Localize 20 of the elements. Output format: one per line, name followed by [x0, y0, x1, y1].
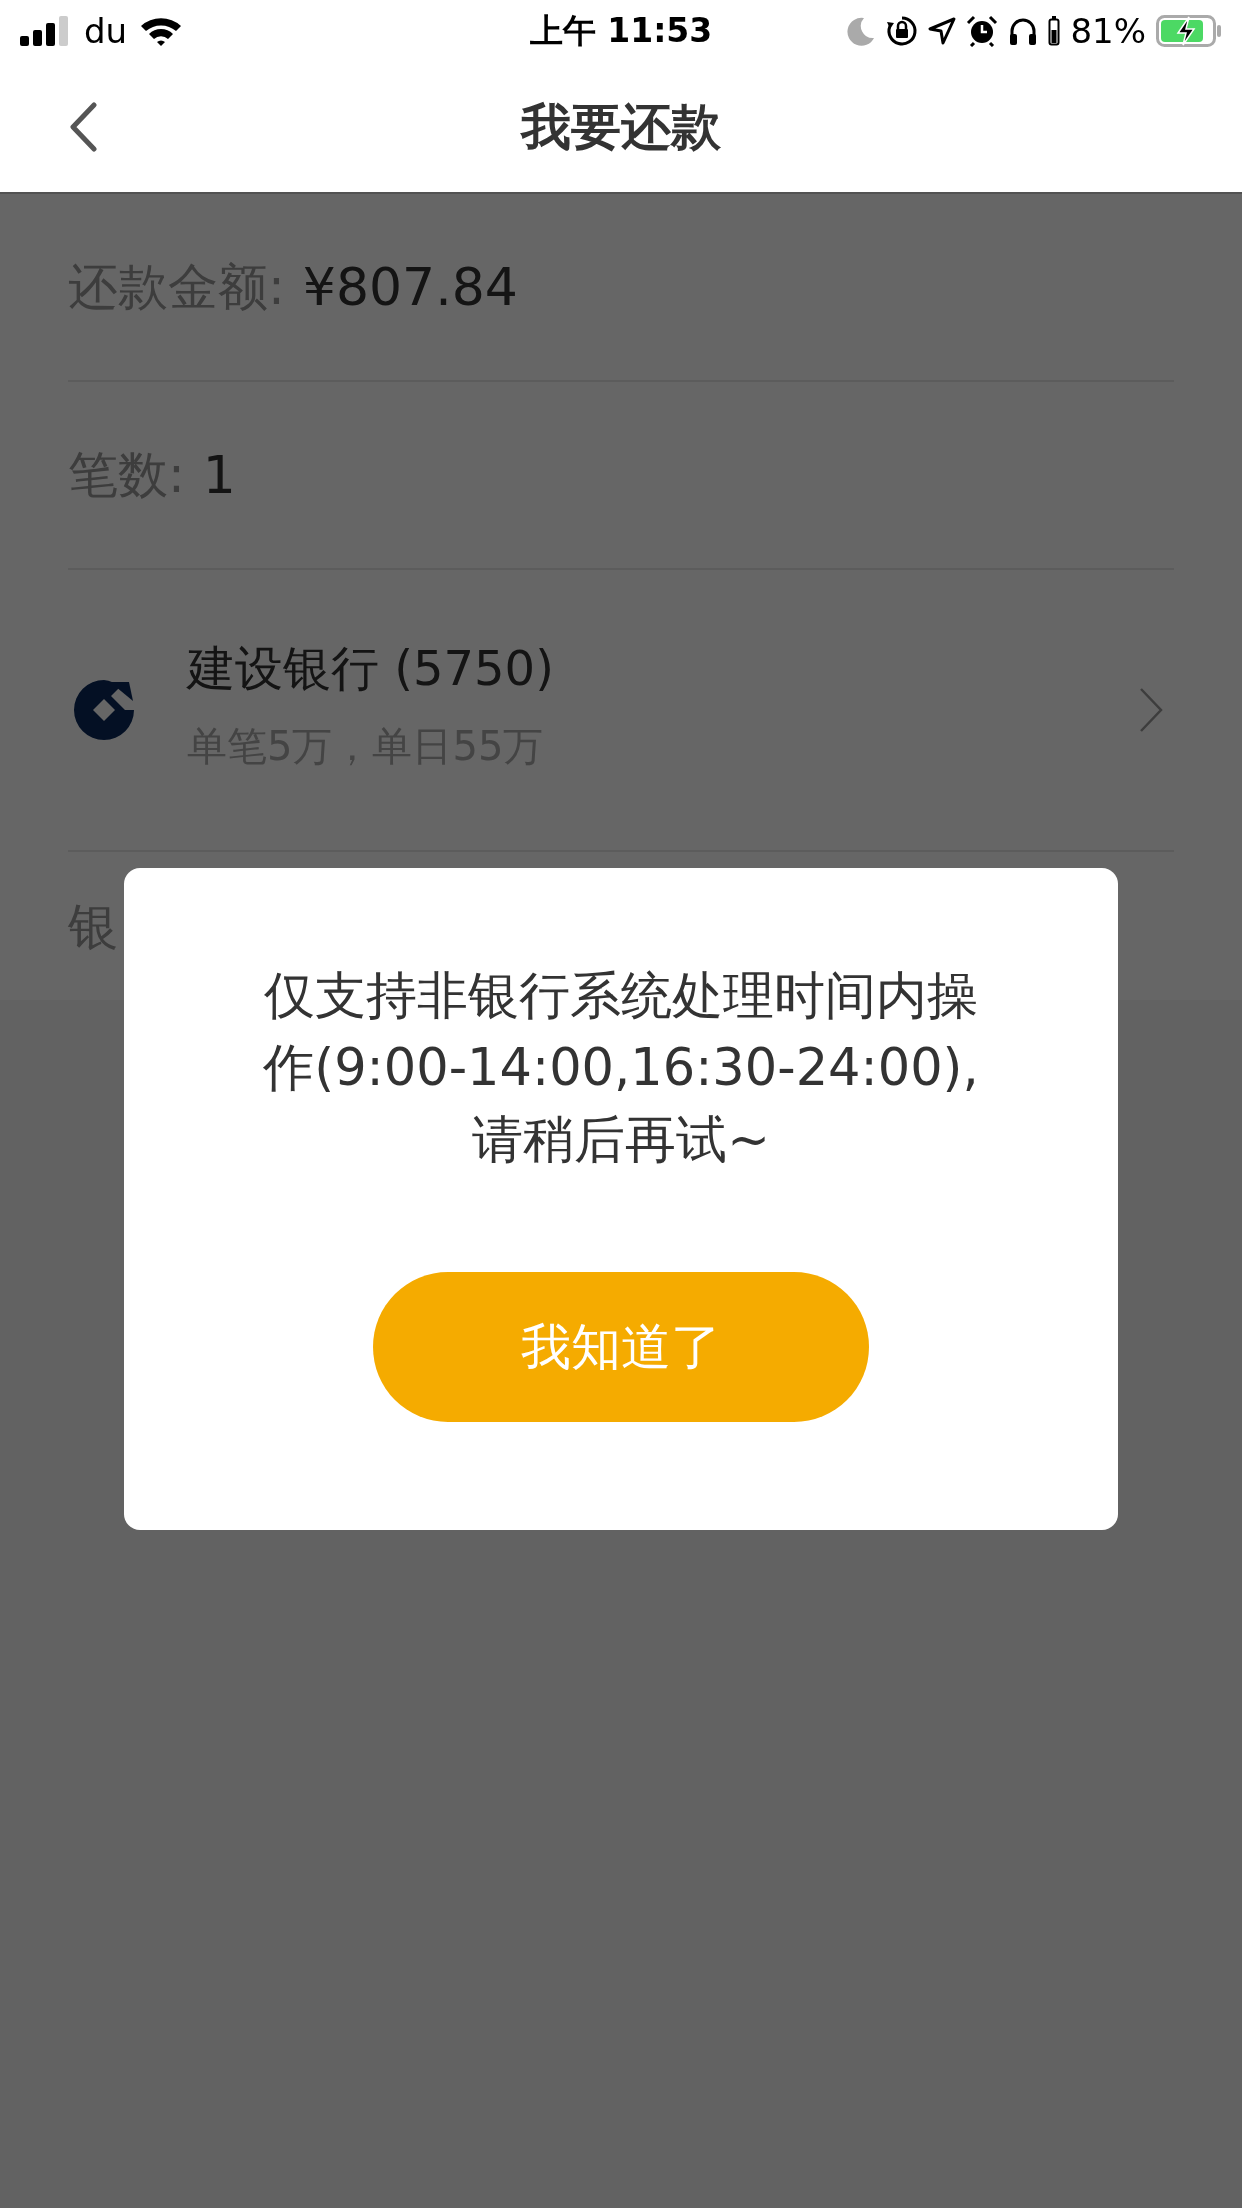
- wifi-icon: [139, 15, 184, 47]
- small-battery-icon: [1048, 16, 1061, 46]
- chevron-right-icon: [1138, 687, 1164, 733]
- acknowledge-button[interactable]: 我知道了: [373, 1272, 869, 1422]
- battery-percent: 81%: [1070, 11, 1146, 51]
- location-icon: [928, 17, 957, 45]
- battery-charging-icon: [1156, 15, 1222, 47]
- amount-value: ¥807.84: [302, 257, 518, 317]
- carrier-name: du: [84, 11, 128, 51]
- dialog-message: 仅支持非银行系统处理时间内操作(9:00-14:00,16:30-24:00),请稍后再试~: [262, 965, 980, 1171]
- rotation-lock-icon: [886, 15, 919, 47]
- clock: 上午 11:53: [529, 9, 713, 52]
- headphones-icon: [1008, 16, 1039, 46]
- bank-logo-icon: [73, 679, 135, 741]
- moon-icon: [846, 16, 877, 46]
- alarm-icon: [966, 15, 999, 47]
- page-title: 我要还款: [521, 96, 721, 158]
- bank-name: 建设银行 (5750): [187, 638, 555, 698]
- back-icon[interactable]: [68, 102, 98, 152]
- count-value: 1: [202, 445, 236, 505]
